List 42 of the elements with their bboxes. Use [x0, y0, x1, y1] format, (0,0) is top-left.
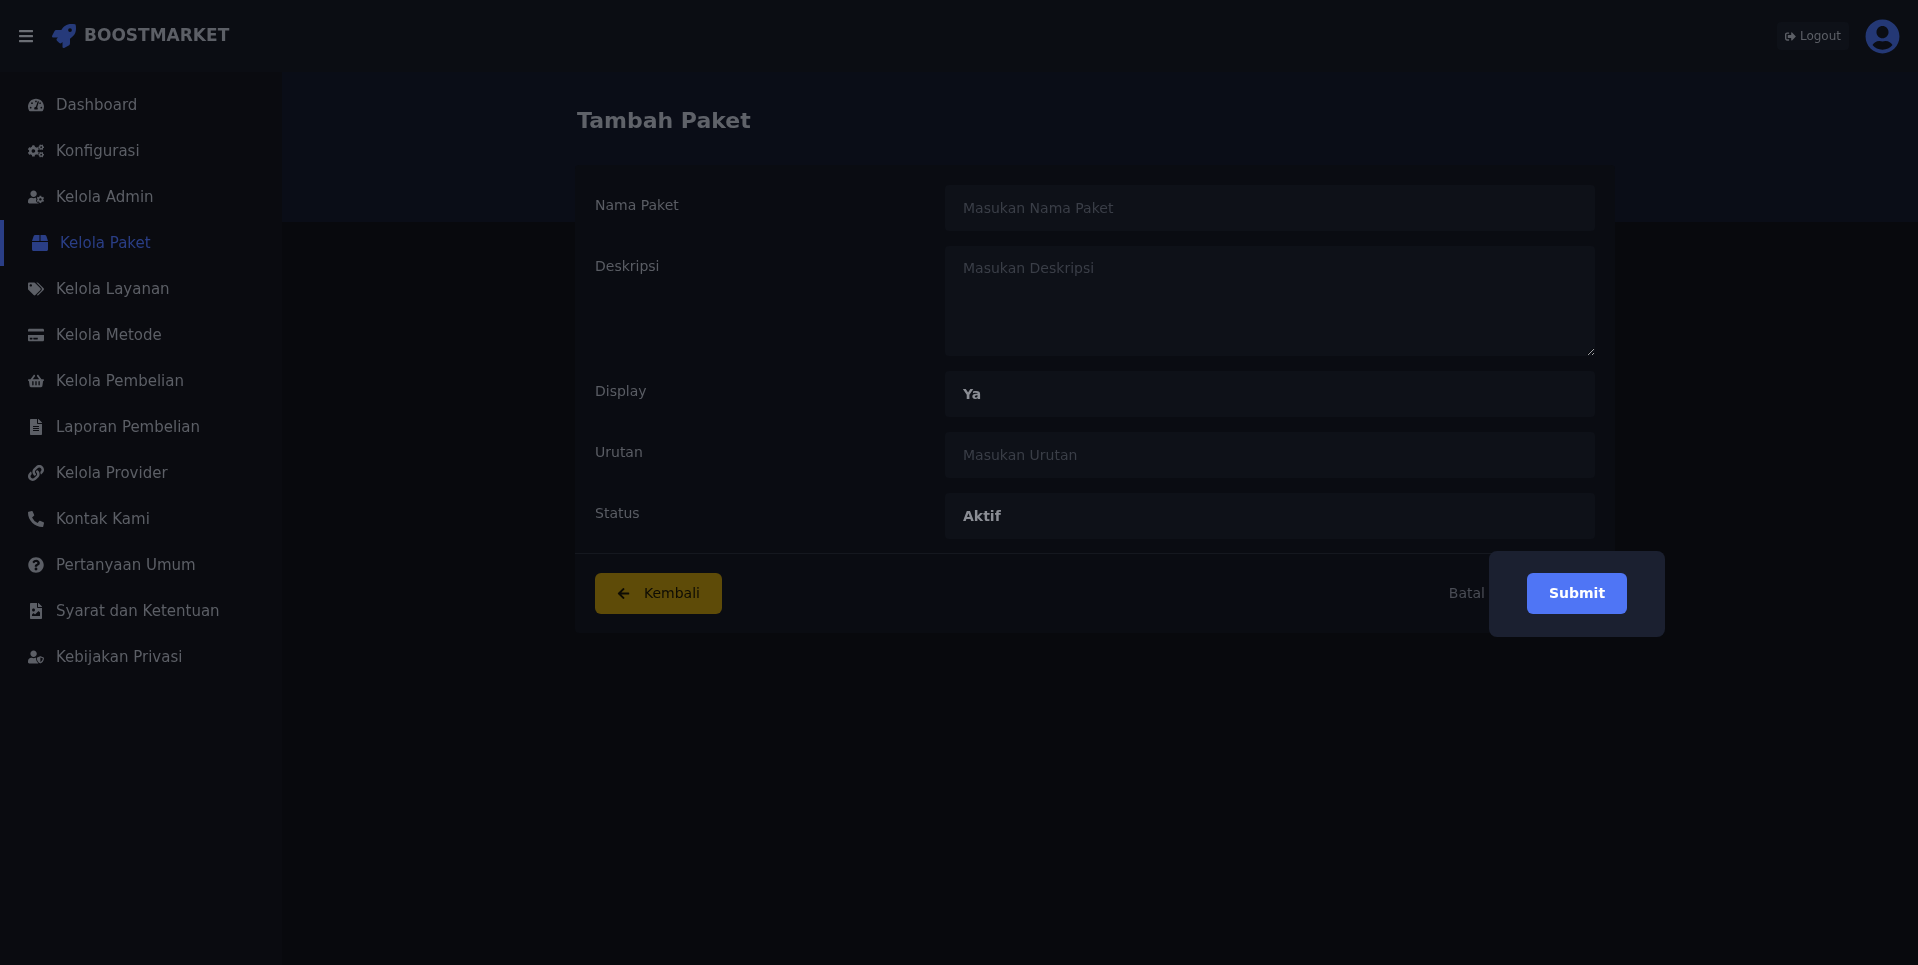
document-icon — [28, 419, 44, 435]
phone-icon — [28, 511, 44, 527]
gears-icon — [28, 143, 44, 159]
tags-icon — [28, 281, 44, 297]
field-label: Nama Paket — [595, 196, 680, 215]
field-label: Deskripsi — [595, 257, 661, 276]
submit-button[interactable]: Submit — [1526, 573, 1628, 614]
cancel-link[interactable]: Batal — [1448, 583, 1493, 604]
sidebar-item[interactable]: Kelola Pembelian — [0, 358, 282, 404]
sidebar-item[interactable]: Kelola Admin — [0, 174, 282, 220]
user-shield-icon — [28, 649, 44, 665]
file-icon — [28, 603, 44, 619]
basket-icon — [28, 373, 44, 389]
brand-name: BOOSTMARKET — [84, 24, 230, 48]
question-icon — [28, 557, 44, 573]
page-title: Tambah Paket — [577, 107, 752, 135]
sidebar-item[interactable]: Syarat dan Ketentuan — [0, 588, 282, 634]
sidebar-item[interactable]: Kelola Metode — [0, 312, 282, 358]
field-label: Urutan — [595, 443, 644, 462]
card-icon — [28, 327, 44, 343]
select-field[interactable]: Aktif — [945, 493, 1595, 539]
gauge-icon — [28, 97, 44, 113]
back-button[interactable]: Kembali — [595, 573, 722, 614]
sidebar-item[interactable]: Kelola Layanan — [0, 266, 282, 312]
field-label: Status — [595, 504, 641, 523]
sidebar-item[interactable]: Kontak Kami — [0, 496, 282, 542]
logout-button[interactable]: Logout — [1776, 22, 1849, 50]
logout-icon — [1784, 30, 1796, 42]
menu-icon[interactable] — [18, 28, 34, 44]
link-icon — [28, 465, 44, 481]
field-label: Display — [595, 382, 648, 401]
sidebar-item[interactable]: Laporan Pembelian — [0, 404, 282, 450]
sidebar-item[interactable]: Konfigurasi — [0, 128, 282, 174]
rocket-icon — [52, 24, 76, 48]
user-gear-icon — [28, 189, 44, 205]
select-field[interactable]: Ya — [945, 371, 1595, 417]
sidebar-item[interactable]: Kebijakan Privasi — [0, 634, 282, 680]
sidebar-item[interactable]: Dashboard — [0, 82, 282, 128]
box-icon — [32, 235, 48, 251]
sidebar-item[interactable]: Pertanyaan Umum — [0, 542, 282, 588]
sidebar-item[interactable]: Kelola Provider — [0, 450, 282, 496]
arrow-left-icon — [617, 587, 630, 600]
